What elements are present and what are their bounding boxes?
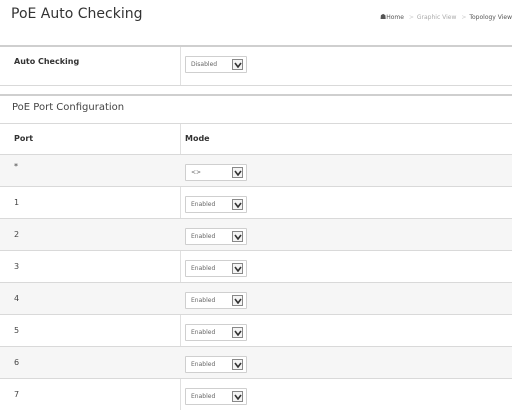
chevron-down-icon[interactable] — [232, 231, 243, 242]
mode-value: Enabled — [191, 393, 216, 400]
mode-value: Enabled — [191, 233, 216, 240]
breadcrumb-separator: > — [461, 14, 467, 21]
chevron-down-icon[interactable] — [232, 59, 243, 70]
table-row: 4 — [0, 283, 512, 314]
chevron-down-icon[interactable] — [232, 167, 243, 178]
port-cell: 2 — [14, 230, 20, 239]
mode-select[interactable]: Enabled — [185, 388, 247, 405]
section-title: PoE Port Configuration — [12, 102, 125, 113]
chevron-down-icon[interactable] — [232, 359, 243, 370]
mode-select[interactable]: Enabled — [185, 228, 247, 245]
auto-checking-label: Auto Checking — [14, 57, 80, 66]
chevron-down-icon[interactable] — [232, 263, 243, 274]
breadcrumb-home[interactable]: Home — [386, 14, 404, 21]
table-row: 3 — [0, 251, 512, 282]
mode-select[interactable]: Enabled — [185, 260, 247, 277]
chevron-down-icon[interactable] — [232, 327, 243, 338]
breadcrumb-topology-view[interactable]: Topology View — [469, 14, 512, 21]
port-cell: 5 — [14, 326, 20, 335]
mode-value: <> — [191, 169, 202, 176]
port-cell: 4 — [14, 294, 20, 303]
table-row: 1 — [0, 187, 512, 218]
page-title: PoE Auto Checking — [11, 6, 143, 22]
table-row: 6 — [0, 347, 512, 378]
table-row: 5 — [0, 315, 512, 346]
table-row: 2 — [0, 219, 512, 250]
mode-select[interactable]: Enabled — [185, 324, 247, 341]
column-header-port: Port — [14, 134, 34, 143]
mode-select[interactable]: <> — [185, 164, 247, 181]
chevron-down-icon[interactable] — [232, 391, 243, 402]
breadcrumb: ☗Home > Graphic View > Topology View — [380, 13, 512, 21]
port-cell: 3 — [14, 262, 20, 271]
column-header-mode: Mode — [185, 134, 210, 143]
auto-checking-select[interactable]: Disabled — [185, 56, 247, 73]
mode-select[interactable]: Enabled — [185, 292, 247, 309]
table-header-row: Port Mode — [0, 124, 512, 154]
divider — [0, 85, 512, 86]
mode-value: Enabled — [191, 329, 216, 336]
table-row: 7 — [0, 379, 512, 410]
port-cell: * — [14, 162, 18, 171]
mode-value: Enabled — [191, 297, 216, 304]
divider — [0, 94, 512, 96]
mode-value: Enabled — [191, 201, 216, 208]
mode-select[interactable]: Enabled — [185, 196, 247, 213]
mode-select[interactable]: Enabled — [185, 356, 247, 373]
table-row: * — [0, 155, 512, 186]
mode-value: Enabled — [191, 361, 216, 368]
chevron-down-icon[interactable] — [232, 199, 243, 210]
mode-value: Enabled — [191, 265, 216, 272]
breadcrumb-graphic-view[interactable]: Graphic View — [417, 14, 457, 21]
port-cell: 6 — [14, 358, 20, 367]
auto-checking-value: Disabled — [191, 61, 218, 68]
port-cell: 7 — [14, 390, 20, 399]
chevron-down-icon[interactable] — [232, 295, 243, 306]
port-cell: 1 — [14, 198, 20, 207]
breadcrumb-separator: > — [408, 14, 414, 21]
auto-checking-row: Auto Checking — [0, 47, 512, 85]
